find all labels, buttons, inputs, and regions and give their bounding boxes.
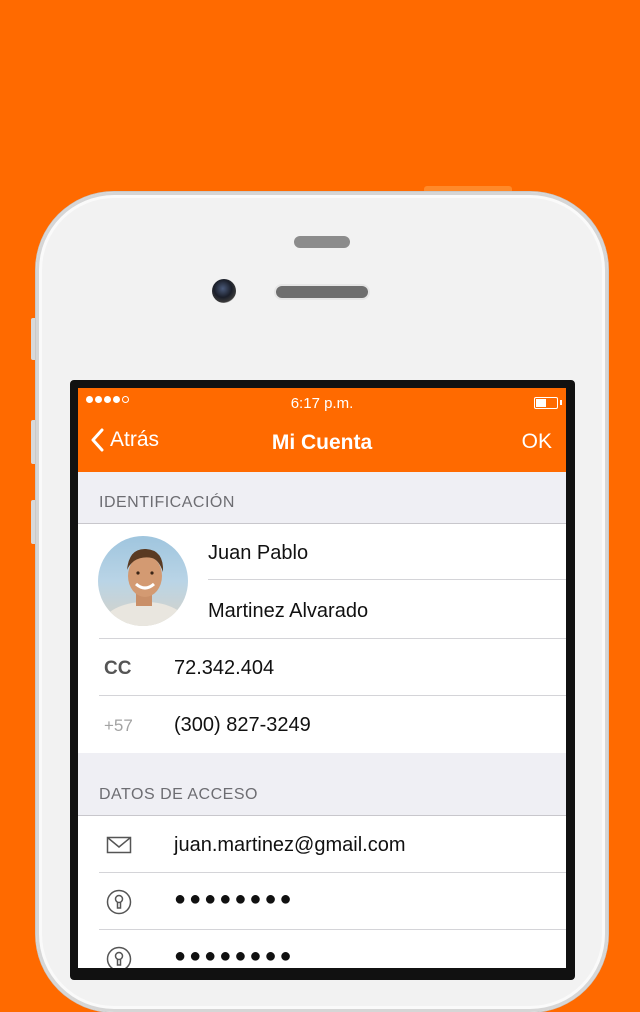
status-time: 6:17 p.m. [290,395,354,412]
access-group: juan.martinez@gmail.com ●●●●●●●● ●●●●●●●… [78,815,566,968]
ok-button[interactable]: OK [522,430,552,454]
app-screen: 6:17 p.m. Atrás Mi Cuenta OK IDENTIFICAC… [78,388,566,968]
email-row[interactable]: juan.martinez@gmail.com [78,816,566,873]
status-bar: 6:17 p.m. [78,388,566,416]
section-header-identification: IDENTIFICACIÓN [99,494,235,511]
earpiece-speaker [276,286,368,298]
envelope-icon [106,836,132,854]
email-field[interactable]: juan.martinez@gmail.com [174,834,406,857]
password-confirm-row[interactable]: ●●●●●●●● [78,930,566,968]
page-title: Mi Cuenta [271,431,373,454]
top-bar: 6:17 p.m. Atrás Mi Cuenta OK [78,388,566,472]
id-number-field[interactable]: 72.342.404 [174,657,274,680]
id-type-label: CC [104,658,132,679]
password-row[interactable]: ●●●●●●●● [78,873,566,930]
phone-field[interactable]: (300) 827-3249 [174,714,311,737]
front-camera [212,279,236,303]
phone-row[interactable]: +57 (300) 827-3249 [78,696,566,753]
id-number-row[interactable]: CC 72.342.404 [78,639,566,696]
password-confirm-field[interactable]: ●●●●●●●● [174,945,295,968]
country-code-label: +57 [104,716,133,735]
navigation-bar: Atrás Mi Cuenta OK [78,416,566,472]
battery-icon [534,397,558,409]
profile-photo [103,548,187,626]
password-field[interactable]: ●●●●●●●● [174,888,295,911]
section-header-access: DATOS DE ACCESO [99,786,258,803]
first-name-field[interactable]: Juan Pablo [208,542,308,565]
lock-icon [106,946,132,968]
last-name-field[interactable]: Martinez Alvarado [208,600,368,623]
identification-group: Juan Pablo Martinez Alvarado CC 72.342.4… [78,523,566,753]
proximity-sensor [294,236,350,248]
avatar[interactable] [98,536,188,626]
lock-icon [106,889,132,915]
